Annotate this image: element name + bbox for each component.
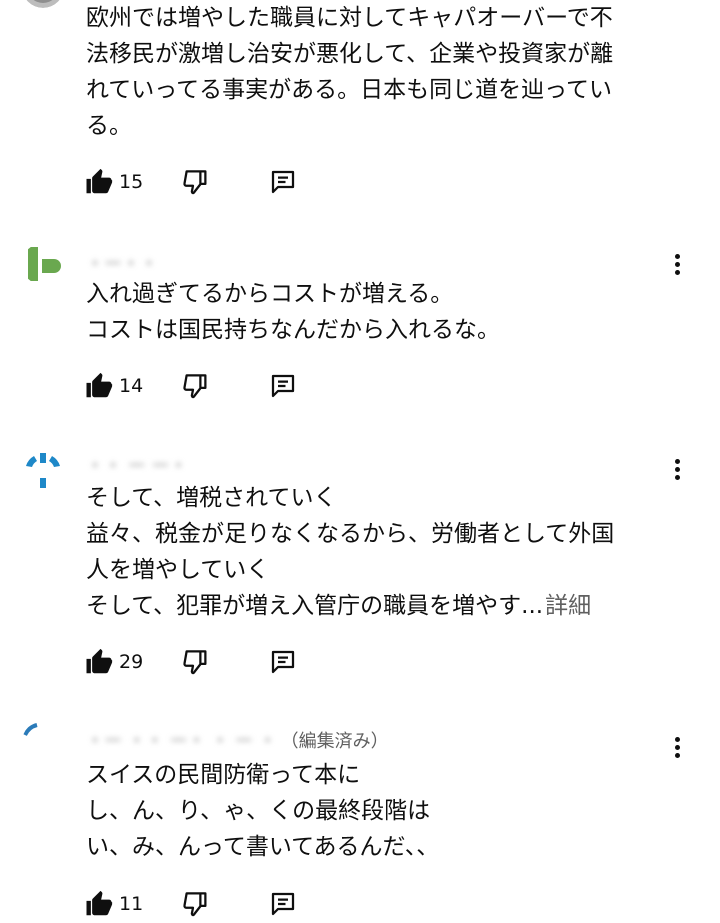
edited-label: （編集済み） — [280, 731, 389, 751]
like-count: 14 — [119, 375, 144, 397]
author-name[interactable]: ・ー・・ — [86, 250, 158, 274]
comment-line: そして、増税されていく — [86, 485, 337, 511]
comment-text: 欧州では増やした職員に対してキャパオーバーで不 法移民が激増し治安が悪化して、企… — [86, 0, 676, 144]
comment-icon[interactable] — [268, 889, 298, 919]
author-name[interactable]: ・ー ・・ ー・ ・ ー ・（編集済み） — [86, 727, 389, 751]
thumbs-down-icon[interactable] — [181, 647, 211, 677]
comment-line: 法移民が激増し治安が悪化して、企業や投資家が離 — [86, 41, 614, 67]
avatar[interactable] — [22, 0, 64, 8]
thumbs-down-icon[interactable] — [181, 371, 211, 401]
comment-line: れていってる事実がある。日本も同じ道を辿ってい — [86, 77, 613, 103]
comment-line: い、み、んって書いてあるんだ、、 — [86, 834, 440, 860]
comment-line: コストは国民持ちなんだから入れるな。 — [86, 317, 500, 343]
comment-line: 入れ過ぎてるからコストが増える。 — [86, 281, 454, 307]
avatar[interactable] — [22, 450, 64, 492]
like-count: 15 — [119, 171, 144, 193]
comment-line: スイスの民間防衛って本に — [86, 762, 361, 788]
avatar[interactable] — [22, 243, 64, 285]
thumbs-up-icon[interactable] — [84, 371, 114, 401]
thumbs-down-icon[interactable] — [181, 167, 211, 197]
comment-text: 入れ過ぎてるからコストが増える。 コストは国民持ちなんだから入れるな。 — [86, 276, 676, 348]
comment-line: 欧州では増やした職員に対してキャパオーバーで不 — [86, 5, 613, 31]
comment-text: スイスの民間防衛って本に し、ん、り、ゃ、くの最終段階は い、み、んって書いてあ… — [86, 757, 676, 865]
like-count: 11 — [119, 893, 144, 915]
thumbs-up-icon[interactable] — [84, 889, 114, 919]
comment-line: 益々、税金が足りなくなるから、労働者として外国 — [86, 521, 615, 547]
thumbs-up-icon[interactable] — [84, 167, 114, 197]
comment-text: そして、増税されていく 益々、税金が足りなくなるから、労働者として外国 人を増や… — [86, 480, 676, 624]
comment-line: 人を増やしていく — [86, 557, 270, 583]
comment-line: し、ん、り、ゃ、くの最終段階は — [86, 798, 431, 824]
comment-icon[interactable] — [268, 647, 298, 677]
comment-line-text: そして、犯罪が増え入管庁の職員を増やす... — [86, 593, 544, 619]
comment-line: そして、犯罪が増え入管庁の職員を増やす...詳細 — [86, 588, 676, 624]
comment-line: る。 — [86, 113, 132, 139]
comment-icon[interactable] — [268, 167, 298, 197]
read-more-link[interactable]: 詳細 — [545, 593, 591, 619]
like-count: 29 — [119, 651, 144, 673]
avatar[interactable] — [22, 721, 64, 763]
author-name[interactable]: ・・ ー ー・ — [86, 452, 187, 476]
thumbs-up-icon[interactable] — [84, 647, 114, 677]
thumbs-down-icon[interactable] — [181, 889, 211, 919]
comment-icon[interactable] — [268, 371, 298, 401]
